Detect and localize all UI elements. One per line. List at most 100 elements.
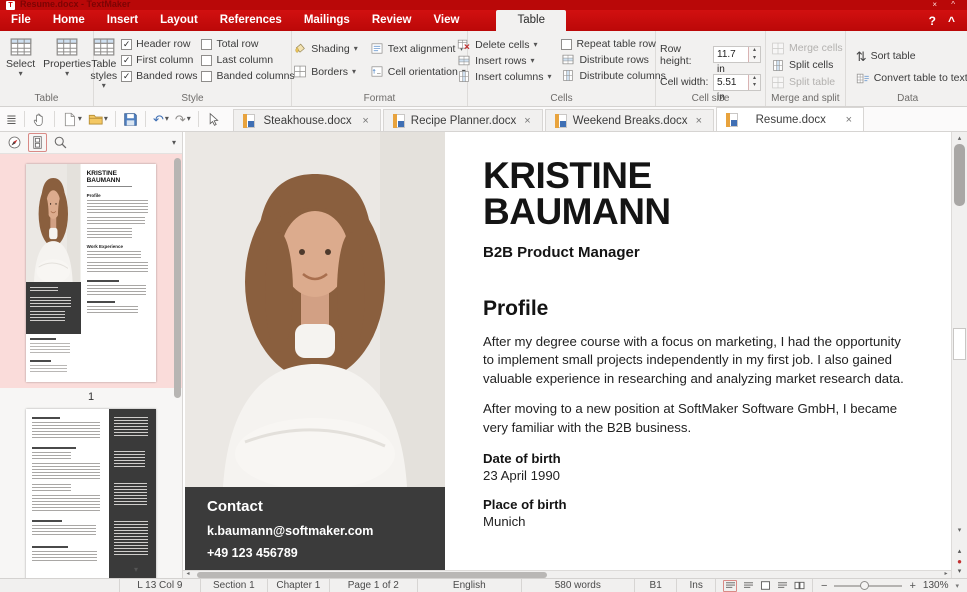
checkbox-header-row[interactable]: Header row xyxy=(121,38,197,50)
zoom-level[interactable]: 130% xyxy=(923,580,949,591)
sidebar-scroll-down-icon[interactable]: ▾ xyxy=(134,565,138,574)
undo-button[interactable]: ↶▾ xyxy=(151,110,171,129)
delete-cells-button[interactable]: Delete cells ▾ xyxy=(457,38,551,51)
doc-tab-weekend-breaks[interactable]: Weekend Breaks.docx × xyxy=(545,109,714,131)
zoom-slider[interactable] xyxy=(834,585,902,587)
close-icon[interactable]: × xyxy=(694,115,704,127)
sidebar-scrollbar-thumb[interactable] xyxy=(174,158,181,398)
zoom-slider-knob[interactable] xyxy=(860,581,869,590)
doc-tab-recipe-planner[interactable]: Recipe Planner.docx × xyxy=(383,109,543,131)
draft-view-icon[interactable] xyxy=(742,581,754,591)
chevron-down-icon: ▾ xyxy=(165,115,169,123)
menu-layout[interactable]: Layout xyxy=(149,10,209,31)
row-height-input[interactable]: 11.7 in ▴ ▾ xyxy=(713,46,761,63)
search-button[interactable] xyxy=(52,134,69,151)
cell-orientation-button[interactable]: Cell orientation ▾ xyxy=(370,65,466,78)
scroll-right-icon[interactable]: ▸ xyxy=(941,571,951,578)
distribute-rows-button[interactable]: Distribute rows xyxy=(561,53,665,66)
previous-page-icon[interactable]: ▴ xyxy=(958,548,962,556)
shading-button[interactable]: Shading ▾ xyxy=(293,42,358,55)
close-icon[interactable]: × xyxy=(522,115,532,127)
status-cell-reference[interactable]: B1 xyxy=(634,579,676,592)
distribute-columns-button[interactable]: Distribute columns xyxy=(561,69,665,82)
spinner-down-icon: ▾ xyxy=(749,82,760,90)
scroll-left-icon[interactable]: ◂ xyxy=(183,571,193,578)
menu-bar: File Home Insert Layout References Maili… xyxy=(0,10,967,31)
checkbox-banded-columns[interactable]: Banded columns xyxy=(201,70,294,82)
sidebar-toggle-button[interactable]: ≣ xyxy=(4,110,19,129)
zoom-options-icon[interactable]: ▾ xyxy=(955,582,959,590)
repeat-table-row-checkbox[interactable]: Repeat table row xyxy=(561,38,665,50)
book-view-icon[interactable] xyxy=(793,581,805,591)
horizontal-scrollbar[interactable]: ◂ ▸ xyxy=(183,570,951,578)
menu-file[interactable]: File xyxy=(0,10,42,31)
status-page[interactable]: Page 1 of 2 xyxy=(329,579,417,592)
tab-table-context[interactable]: Table xyxy=(496,10,566,31)
normal-view-icon[interactable] xyxy=(723,580,737,592)
status-section[interactable]: Section 1 xyxy=(200,579,267,592)
hand-tool-button[interactable] xyxy=(30,110,49,129)
properties-button[interactable]: Properties ▾ xyxy=(43,34,91,78)
table-styles-button[interactable]: Table styles ▾ xyxy=(90,34,117,90)
fullscreen-view-icon[interactable] xyxy=(776,581,788,591)
doc-tab-resume[interactable]: Resume.docx × xyxy=(716,107,864,131)
insert-columns-button[interactable]: Insert columns ▾ xyxy=(457,70,551,83)
close-icon[interactable]: × xyxy=(360,115,370,127)
zoom-in-icon[interactable]: + xyxy=(909,580,915,592)
new-document-button[interactable]: ▾ xyxy=(60,110,84,129)
scroll-down-icon[interactable]: ▾ xyxy=(952,526,967,534)
doc-tab-steakhouse[interactable]: Steakhouse.docx × xyxy=(233,109,381,131)
select-button[interactable]: Select ▾ xyxy=(2,34,39,78)
text-alignment-button[interactable]: Text alignment ▾ xyxy=(370,42,466,55)
close-icon[interactable]: × xyxy=(844,114,854,126)
save-button[interactable] xyxy=(121,110,140,129)
row-height-spinner[interactable]: ▴ ▾ xyxy=(748,47,760,62)
browse-object-icon[interactable]: ● xyxy=(957,558,962,566)
scroll-up-icon[interactable]: ▴ xyxy=(952,134,967,142)
status-insert-mode[interactable]: Ins xyxy=(676,579,715,592)
status-cursor-position[interactable]: L 13 Col 9 xyxy=(119,579,200,592)
status-word-count[interactable]: 580 words xyxy=(521,579,634,592)
next-page-icon[interactable]: ▾ xyxy=(958,568,962,576)
insert-rows-button[interactable]: Insert rows ▾ xyxy=(457,54,551,67)
page-2-thumbnail[interactable] xyxy=(26,409,156,578)
status-chapter[interactable]: Chapter 1 xyxy=(267,579,329,592)
horizontal-scroll-thumb[interactable] xyxy=(197,572,547,578)
page-view-icon[interactable] xyxy=(759,581,771,591)
borders-button[interactable]: Borders ▾ xyxy=(293,65,358,78)
checkbox-first-column[interactable]: First column xyxy=(121,54,197,66)
split-cells-button[interactable]: Split cells xyxy=(771,59,833,72)
menu-review[interactable]: Review xyxy=(361,10,423,31)
document-page[interactable]: Contact k.baumann@softmaker.com +49 123 … xyxy=(183,132,951,570)
cell-width-spinner[interactable]: ▴ ▾ xyxy=(748,75,760,90)
thumbnails-view-button[interactable] xyxy=(28,133,47,152)
cell-width-input[interactable]: 5.51 in ▴ ▾ xyxy=(713,74,761,91)
collapse-ribbon-icon[interactable]: ^ xyxy=(948,14,955,28)
sidebar-options-icon[interactable]: ▾ xyxy=(172,138,176,147)
vertical-scroll-thumb[interactable] xyxy=(954,144,965,206)
menu-home[interactable]: Home xyxy=(42,10,96,31)
window-controls[interactable]: × ^ xyxy=(932,0,961,10)
object-mode-button[interactable] xyxy=(204,110,223,129)
page-1-thumbnail[interactable]: KRISTINE BAUMANN Profile Work Experience xyxy=(26,164,156,382)
vertical-scrollbar[interactable]: ▴ ▾ ▴ ● ▾ xyxy=(951,132,967,578)
menu-view[interactable]: View xyxy=(422,10,470,31)
open-document-button[interactable]: ▾ xyxy=(86,110,110,129)
status-language[interactable]: English xyxy=(417,579,521,592)
checkbox-last-column[interactable]: Last column xyxy=(201,54,294,66)
help-icon[interactable]: ? xyxy=(929,14,936,28)
convert-table-button[interactable]: Convert table to text xyxy=(856,72,967,85)
checkbox-banded-rows[interactable]: Banded rows xyxy=(121,70,197,82)
zoom-out-icon[interactable]: − xyxy=(821,580,827,592)
cell-orientation-label: Cell orientation xyxy=(388,66,458,78)
page-1-number: 1 xyxy=(0,388,182,409)
menu-references[interactable]: References xyxy=(209,10,293,31)
navigator-button[interactable] xyxy=(6,134,23,151)
menu-insert[interactable]: Insert xyxy=(96,10,149,31)
split-window-handle[interactable] xyxy=(953,328,966,360)
checkbox-total-row[interactable]: Total row xyxy=(201,38,294,50)
sort-table-button[interactable]: ⇅ Sort table xyxy=(856,50,916,63)
sidebar: ▾ xyxy=(0,132,183,578)
menu-mailings[interactable]: Mailings xyxy=(293,10,361,31)
redo-button[interactable]: ↷▾ xyxy=(173,110,193,129)
